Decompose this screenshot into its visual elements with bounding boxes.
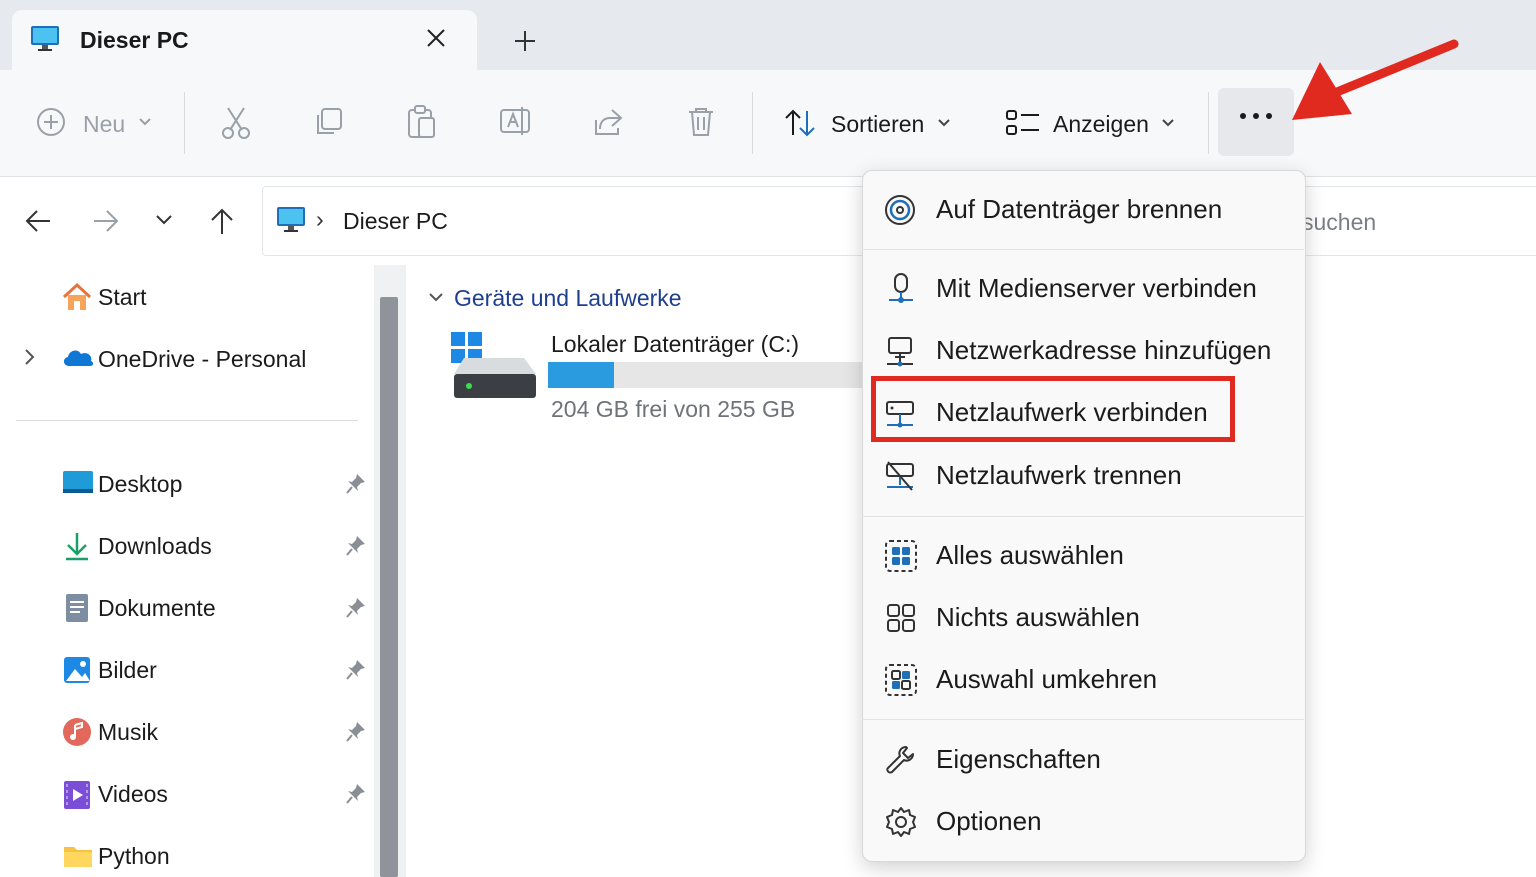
download-arrow-icon bbox=[64, 531, 90, 561]
gear-icon bbox=[885, 806, 917, 838]
videos-icon bbox=[63, 780, 91, 810]
chevron-down-icon bbox=[937, 118, 951, 128]
sidebar-item-downloads[interactable]: Downloads bbox=[98, 533, 212, 560]
sidebar-scrollbar-thumb[interactable] bbox=[380, 297, 398, 877]
annotation-highlight-box bbox=[871, 376, 1235, 442]
pin-icon bbox=[346, 721, 366, 743]
sidebar-item-onedrive[interactable]: OneDrive - Personal bbox=[98, 346, 306, 373]
pin-icon bbox=[346, 535, 366, 557]
drive-usage-fill bbox=[548, 362, 614, 388]
share-icon[interactable] bbox=[592, 106, 624, 138]
view-list-icon bbox=[1006, 109, 1040, 137]
onedrive-cloud-icon bbox=[61, 346, 95, 368]
drive-free-space: 204 GB frei von 255 GB bbox=[551, 396, 796, 422]
sort-arrows-icon bbox=[784, 109, 816, 137]
select-none-icon bbox=[886, 603, 916, 633]
view-label: Anzeigen bbox=[1053, 111, 1149, 137]
new-tab-icon[interactable] bbox=[512, 28, 538, 54]
folder-icon bbox=[63, 844, 93, 868]
delete-icon[interactable] bbox=[686, 106, 716, 138]
expand-chevron-icon[interactable] bbox=[24, 348, 36, 366]
toolbar-separator bbox=[184, 92, 185, 154]
sidebar-item-python[interactable]: Python bbox=[98, 843, 170, 870]
pin-icon bbox=[346, 659, 366, 681]
menu-item-select-none[interactable]: Nichts auswählen bbox=[936, 602, 1140, 633]
document-icon bbox=[65, 593, 89, 623]
pin-icon bbox=[346, 783, 366, 805]
hard-drive-icon[interactable] bbox=[450, 330, 538, 400]
more-options-button[interactable] bbox=[1218, 88, 1294, 156]
pictures-icon bbox=[63, 656, 91, 684]
invert-selection-icon bbox=[885, 664, 917, 696]
breadcrumb[interactable]: Dieser PC bbox=[343, 208, 448, 235]
annotation-arrow bbox=[1288, 36, 1460, 126]
toolbar-separator bbox=[1208, 92, 1209, 154]
more-icon bbox=[1238, 111, 1274, 121]
menu-item-properties[interactable]: Eigenschaften bbox=[936, 744, 1101, 775]
rename-icon[interactable] bbox=[498, 104, 532, 138]
sidebar-item-desktop[interactable]: Desktop bbox=[98, 471, 182, 498]
desktop-icon bbox=[62, 470, 94, 496]
sidebar-item-start[interactable]: Start bbox=[98, 284, 147, 311]
pin-icon bbox=[346, 473, 366, 495]
chevron-down-icon bbox=[138, 117, 152, 127]
recent-locations-chevron-icon[interactable] bbox=[155, 214, 173, 226]
chevron-down-icon bbox=[1161, 118, 1175, 128]
cut-icon[interactable] bbox=[220, 106, 252, 140]
disconnect-network-drive-icon bbox=[884, 460, 916, 492]
copy-icon[interactable] bbox=[313, 106, 345, 138]
drive-name[interactable]: Lokaler Datenträger (C:) bbox=[551, 331, 799, 358]
sidebar-divider bbox=[16, 420, 358, 421]
collapse-chevron-icon[interactable] bbox=[428, 292, 444, 304]
group-header-devices[interactable]: Geräte und Laufwerke bbox=[454, 285, 682, 312]
sidebar-item-music[interactable]: Musik bbox=[98, 719, 158, 746]
pin-icon bbox=[346, 597, 366, 619]
menu-separator bbox=[862, 249, 1304, 250]
monitor-icon bbox=[276, 206, 306, 234]
select-all-icon bbox=[885, 540, 917, 572]
paste-icon[interactable] bbox=[406, 104, 438, 140]
menu-separator bbox=[862, 719, 1304, 720]
menu-item-options[interactable]: Optionen bbox=[936, 806, 1042, 837]
media-server-icon bbox=[886, 272, 916, 306]
menu-item-disconnect-network-drive[interactable]: Netzlaufwerk trennen bbox=[936, 460, 1182, 491]
menu-item-select-all[interactable]: Alles auswählen bbox=[936, 540, 1124, 571]
toolbar-separator bbox=[752, 92, 753, 154]
breadcrumb-separator: › bbox=[316, 206, 324, 232]
menu-item-invert-selection[interactable]: Auswahl umkehren bbox=[936, 664, 1157, 695]
network-location-icon bbox=[884, 336, 916, 368]
wrench-icon bbox=[885, 744, 917, 776]
monitor-icon bbox=[30, 25, 60, 53]
menu-separator bbox=[862, 516, 1304, 517]
plus-circle-icon bbox=[36, 107, 66, 137]
home-icon bbox=[61, 282, 93, 312]
menu-item-add-network-location[interactable]: Netzwerkadresse hinzufügen bbox=[936, 335, 1271, 366]
tab-title: Dieser PC bbox=[80, 27, 189, 53]
sidebar-item-pictures[interactable]: Bilder bbox=[98, 657, 157, 684]
menu-item-burn[interactable]: Auf Datenträger brennen bbox=[936, 194, 1222, 225]
sidebar-item-documents[interactable]: Dokumente bbox=[98, 595, 216, 622]
sidebar-item-videos[interactable]: Videos bbox=[98, 781, 168, 808]
close-icon[interactable] bbox=[424, 26, 448, 50]
menu-item-media-server[interactable]: Mit Medienserver verbinden bbox=[936, 273, 1257, 304]
sort-label: Sortieren bbox=[831, 111, 925, 137]
back-arrow-icon[interactable] bbox=[24, 208, 52, 234]
up-arrow-icon[interactable] bbox=[209, 207, 235, 235]
disc-burn-icon bbox=[884, 194, 916, 226]
forward-arrow-icon[interactable] bbox=[92, 208, 120, 234]
search-input[interactable]: suchen bbox=[1302, 209, 1376, 236]
music-icon bbox=[62, 717, 92, 747]
new-label: Neu bbox=[83, 111, 126, 137]
